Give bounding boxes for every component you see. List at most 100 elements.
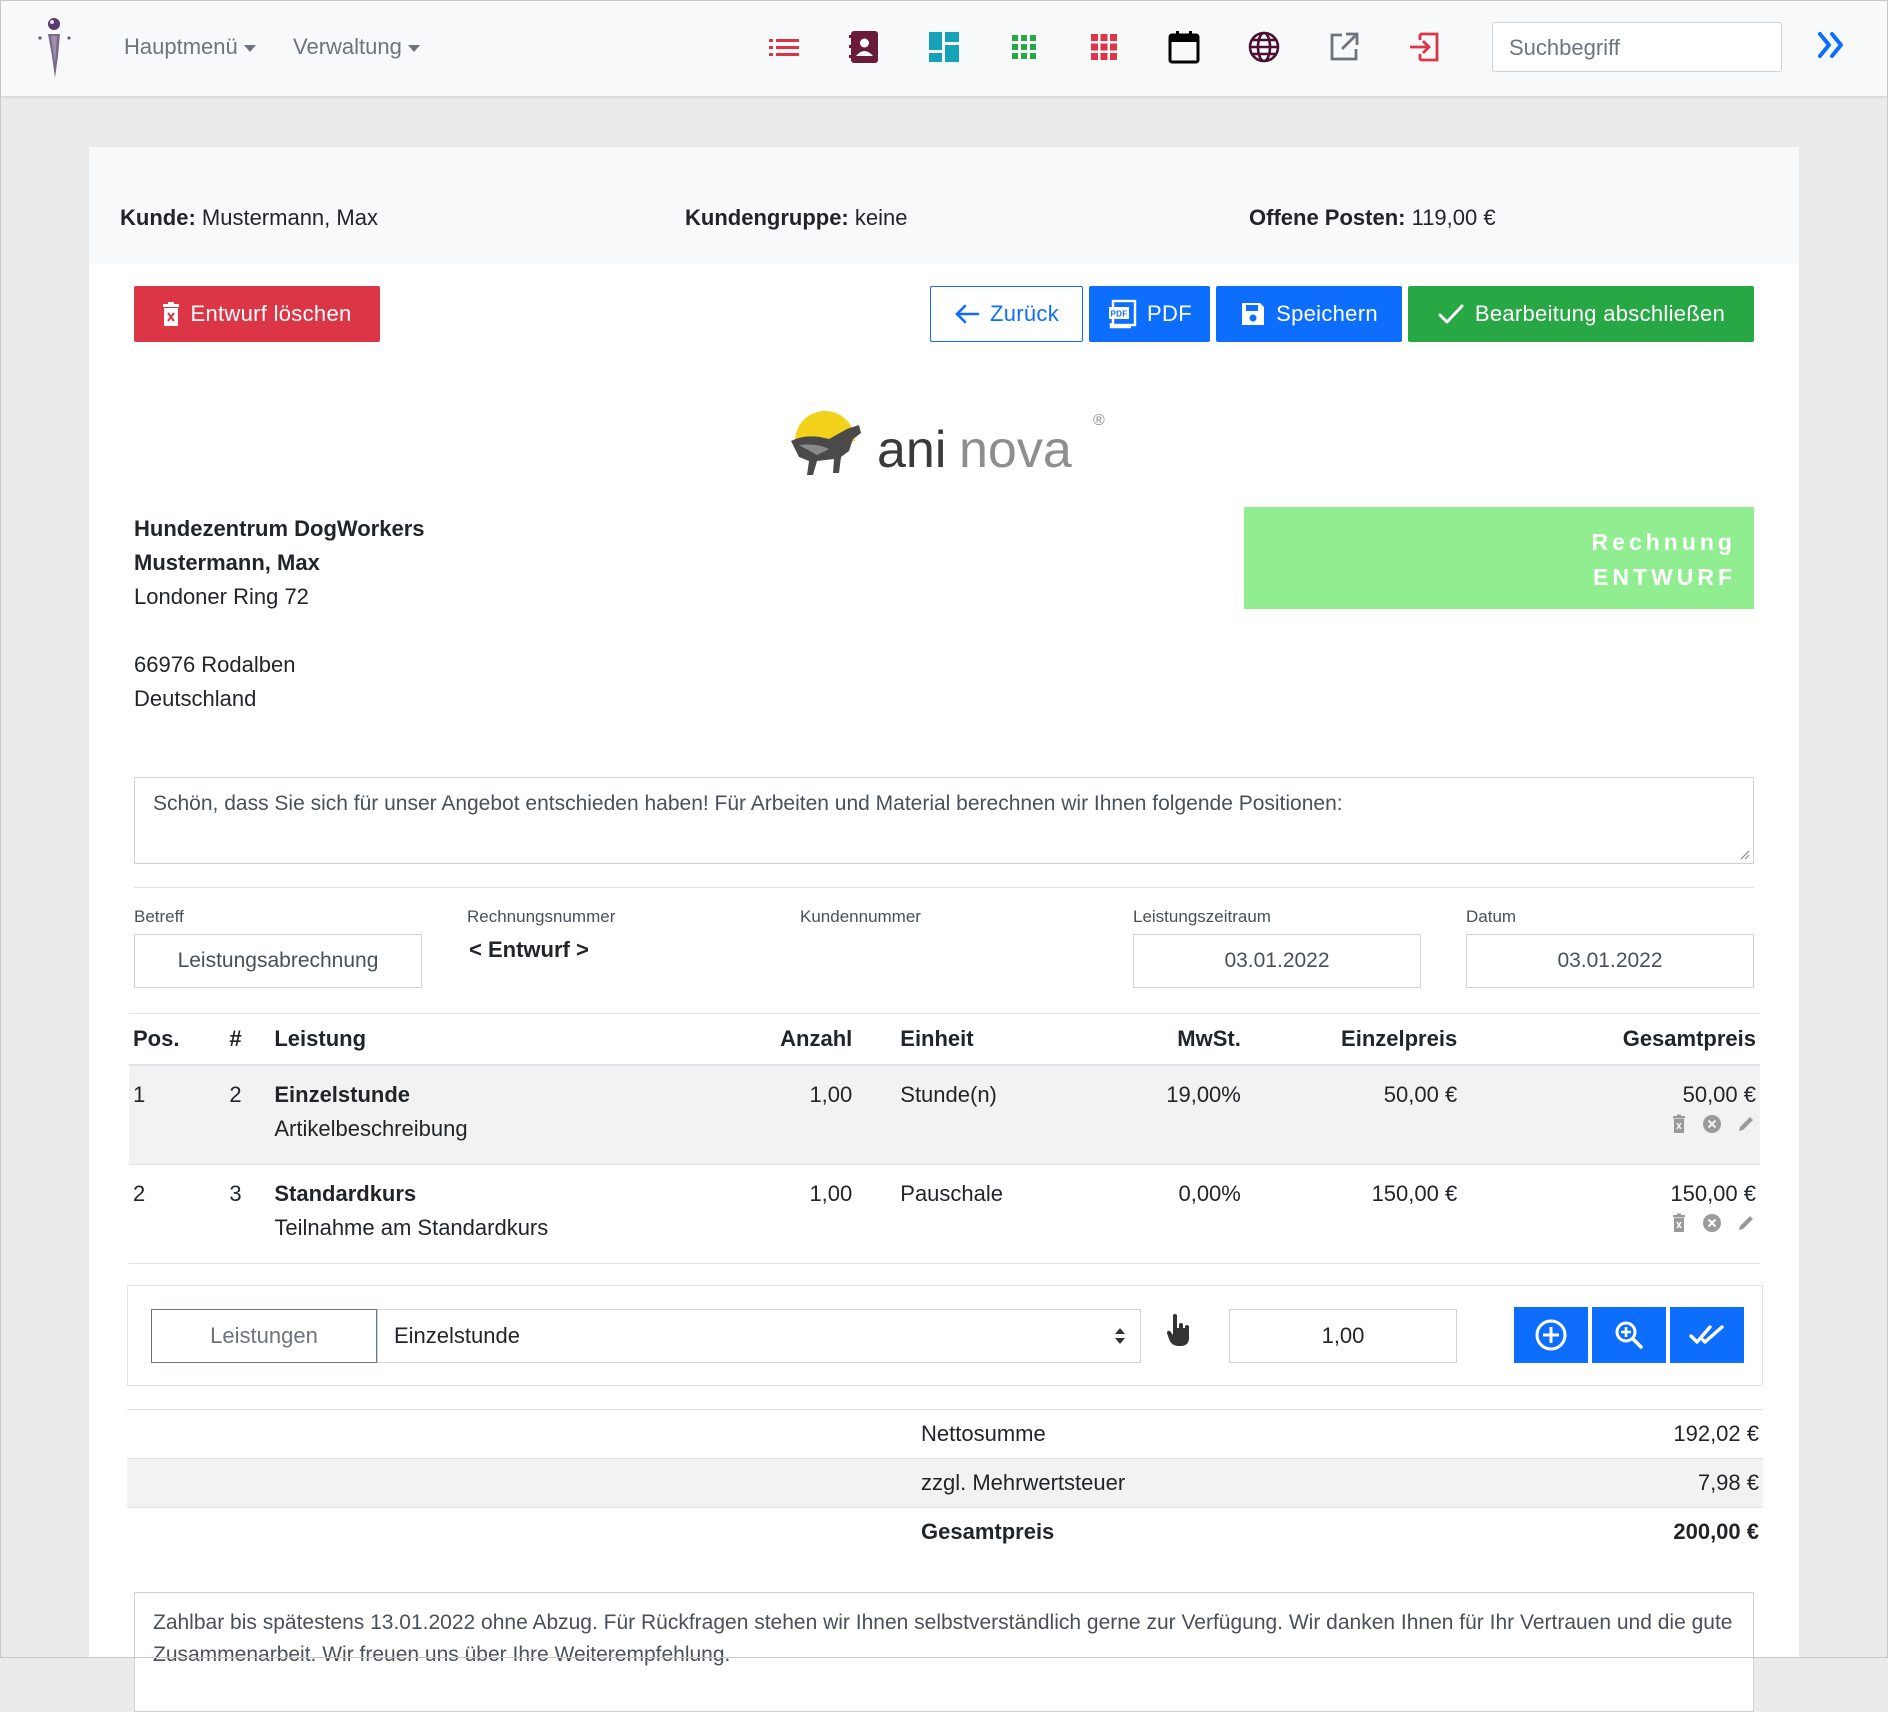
col-total: Gesamtpreis bbox=[1461, 1013, 1760, 1066]
save-button[interactable]: Speichern bbox=[1216, 286, 1402, 342]
open-items-value: 119,00 € bbox=[1411, 205, 1496, 230]
net-sum-value: 192,02 € bbox=[1427, 1409, 1763, 1459]
chevron-double-right-icon[interactable] bbox=[1814, 28, 1848, 62]
app-logo-icon[interactable] bbox=[36, 16, 76, 80]
finish-editing-button[interactable]: Bearbeitung abschließen bbox=[1408, 286, 1754, 342]
col-pos: Pos. bbox=[129, 1013, 226, 1066]
footer-textarea[interactable]: Zahlbar bis spätestens 13.01.2022 ohne A… bbox=[134, 1592, 1754, 1712]
pdf-button[interactable]: PDF PDF bbox=[1089, 286, 1210, 342]
service-period-value: 03.01.2022 bbox=[1224, 949, 1330, 972]
dashboard-icon[interactable] bbox=[926, 29, 962, 65]
grid-red-icon[interactable] bbox=[1086, 29, 1122, 65]
invoice-number-label: Rechnungsnummer bbox=[467, 907, 616, 926]
address-company: Hundezentrum DogWorkers bbox=[134, 516, 425, 541]
net-sum-label: Nettosumme bbox=[917, 1409, 1427, 1459]
check-icon bbox=[1438, 304, 1464, 324]
search-item-button[interactable] bbox=[1592, 1307, 1666, 1363]
draft-status-badge: Rechnung ENTWURF bbox=[1244, 507, 1754, 609]
col-unit-price: Einzelpreis bbox=[1244, 1013, 1462, 1066]
date-input[interactable]: 03.01.2022 bbox=[1466, 934, 1754, 988]
vat-row: zzgl. Mehrwertsteuer 7,98 € bbox=[127, 1458, 1763, 1508]
invoice-card: Kunde: Mustermann, Max Kundengruppe: kei… bbox=[89, 147, 1799, 1712]
row-num: 3 bbox=[225, 1164, 271, 1264]
delete-row-icon[interactable] bbox=[1670, 1213, 1688, 1233]
items-table: Pos. # Leistung Anzahl Einheit MwSt. Ein… bbox=[129, 1013, 1760, 1264]
zoom-in-icon bbox=[1615, 1321, 1643, 1349]
calendar-icon[interactable] bbox=[1166, 29, 1202, 65]
row-qty: 1,00 bbox=[757, 1065, 857, 1165]
totals-table: Nettosumme 192,02 € zzgl. Mehrwertsteuer… bbox=[127, 1409, 1763, 1556]
service-select[interactable]: Einzelstunde bbox=[377, 1309, 1141, 1363]
recipient-address: Hundezentrum DogWorkers Mustermann, Max … bbox=[134, 512, 425, 716]
row-pos: 1 bbox=[129, 1065, 226, 1165]
resize-handle-icon[interactable] bbox=[1738, 848, 1750, 860]
finish-editing-label: Bearbeitung abschließen bbox=[1474, 301, 1726, 326]
col-vat: MwSt. bbox=[1007, 1013, 1245, 1066]
row-total: 50,00 € bbox=[1682, 1082, 1756, 1107]
customer-group-info: Kundengruppe: keine bbox=[685, 205, 907, 231]
subject-input[interactable]: Leistungsabrechnung bbox=[134, 934, 422, 988]
intro-textarea[interactable]: Schön, dass Sie sich für unser Angebot e… bbox=[134, 777, 1754, 864]
touch-pointer-icon[interactable] bbox=[1164, 1312, 1192, 1348]
caret-down-icon bbox=[407, 44, 420, 52]
cancel-row-icon[interactable] bbox=[1702, 1114, 1722, 1134]
pdf-label: PDF bbox=[1147, 301, 1192, 326]
quantity-value: 1,00 bbox=[1321, 1323, 1365, 1348]
admin-menu-label: Verwaltung bbox=[293, 34, 402, 59]
row-desc: Artikelbeschreibung bbox=[274, 1116, 468, 1141]
address-name: Mustermann, Max bbox=[134, 550, 320, 575]
delete-draft-button[interactable]: Entwurf löschen bbox=[134, 286, 380, 342]
arrow-left-icon bbox=[955, 304, 980, 324]
service-select-value: Einzelstunde bbox=[394, 1323, 520, 1348]
services-tab-button[interactable]: Leistungen bbox=[151, 1309, 377, 1363]
plus-circle-icon bbox=[1535, 1319, 1567, 1351]
globe-icon[interactable] bbox=[1246, 29, 1282, 65]
row-total-cell: 50,00 € bbox=[1461, 1065, 1760, 1165]
row-unit-price: 50,00 € bbox=[1244, 1065, 1462, 1165]
col-unit: Einheit bbox=[856, 1013, 1008, 1066]
customer-summary-strip: Kunde: Mustermann, Max Kundengruppe: kei… bbox=[89, 147, 1799, 264]
trash-icon bbox=[163, 302, 180, 326]
logout-icon[interactable] bbox=[1406, 29, 1442, 65]
delete-row-icon[interactable] bbox=[1670, 1114, 1688, 1134]
add-item-panel: Leistungen Einzelstunde 1,00 bbox=[127, 1285, 1763, 1386]
address-country: Deutschland bbox=[134, 686, 257, 711]
table-row: 2 3 Standardkurs Teilnahme am Standardkur… bbox=[129, 1164, 1760, 1264]
edit-row-icon[interactable] bbox=[1736, 1213, 1756, 1233]
table-header-row: Pos. # Leistung Anzahl Einheit MwSt. Ein… bbox=[129, 1013, 1760, 1066]
open-items-label: Offene Posten: bbox=[1249, 205, 1406, 230]
external-link-icon[interactable] bbox=[1326, 29, 1362, 65]
date-label: Datum bbox=[1466, 907, 1517, 926]
main-menu-dropdown[interactable]: Hauptmenü bbox=[124, 34, 256, 60]
admin-menu-dropdown[interactable]: Verwaltung bbox=[293, 34, 420, 60]
subject-value: Leistungsabrechnung bbox=[177, 949, 379, 972]
vat-value: 7,98 € bbox=[1427, 1458, 1763, 1508]
grand-total-value: 200,00 € bbox=[1427, 1507, 1763, 1556]
row-desc: Teilnahme am Standardkurs bbox=[274, 1215, 549, 1240]
status-doc-type: Rechnung bbox=[1591, 529, 1736, 555]
intro-text: Schön, dass Sie sich für unser Angebot e… bbox=[153, 792, 1343, 815]
row-num: 2 bbox=[225, 1065, 271, 1165]
service-period-input[interactable]: 03.01.2022 bbox=[1133, 934, 1421, 988]
quantity-input[interactable]: 1,00 bbox=[1229, 1309, 1457, 1363]
contact-book-icon[interactable] bbox=[846, 29, 882, 65]
confirm-items-button[interactable] bbox=[1670, 1307, 1744, 1363]
add-item-button[interactable] bbox=[1514, 1307, 1588, 1363]
cancel-row-icon[interactable] bbox=[1702, 1213, 1722, 1233]
table-row: 1 2 Einzelstunde Artikelbeschreibung 1,00… bbox=[129, 1065, 1760, 1165]
search-input[interactable]: Suchbegriff bbox=[1492, 22, 1782, 72]
grand-total-label: Gesamtpreis bbox=[917, 1507, 1427, 1556]
aninova-logo: ani nova ® bbox=[791, 411, 1105, 479]
edit-row-icon[interactable] bbox=[1736, 1114, 1756, 1134]
pdf-file-icon: PDF bbox=[1109, 299, 1137, 329]
customer-group-label: Kundengruppe: bbox=[685, 205, 849, 230]
customer-info: Kunde: Mustermann, Max bbox=[120, 205, 378, 231]
list-icon[interactable] bbox=[766, 29, 802, 65]
row-vat: 19,00% bbox=[1007, 1065, 1245, 1165]
row-service: Standardkurs Teilnahme am Standardkurs bbox=[270, 1164, 758, 1264]
grid-icon[interactable] bbox=[1006, 29, 1042, 65]
brand-name-dark: ani bbox=[877, 421, 946, 479]
back-button[interactable]: Zurück bbox=[930, 286, 1083, 342]
col-qty: Anzahl bbox=[757, 1013, 857, 1066]
svg-text:PDF: PDF bbox=[1111, 310, 1128, 319]
